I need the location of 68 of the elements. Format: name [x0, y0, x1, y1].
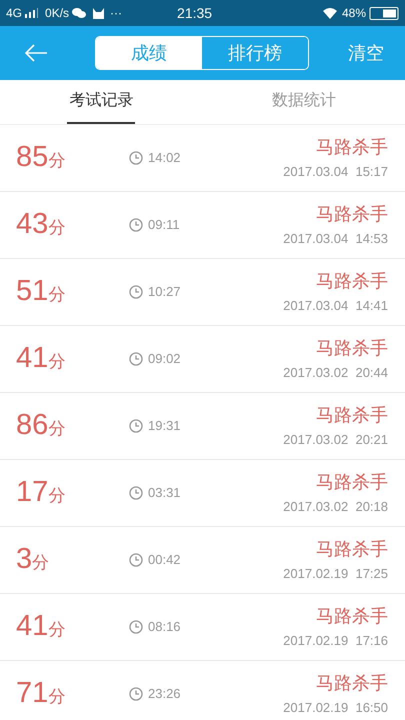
- record-row[interactable]: 71分 23:26 马路杀手 2017.02.19 16:50: [0, 661, 405, 720]
- score-text: 41分: [16, 609, 66, 644]
- clock-text: 21:35: [177, 4, 212, 22]
- signal-icon: [25, 8, 40, 18]
- name-text: 马路杀手: [316, 470, 388, 494]
- clock-icon: [129, 218, 143, 232]
- date-text: 2017.03.04 14:41: [283, 296, 388, 315]
- record-row[interactable]: 51分 10:27 马路杀手 2017.03.04 14:41: [0, 259, 405, 326]
- record-row[interactable]: 41分 08:16 马路杀手 2017.02.19 17:16: [0, 594, 405, 661]
- date-text: 2017.03.02 20:21: [283, 430, 388, 449]
- record-row[interactable]: 86分 19:31 马路杀手 2017.03.02 20:21: [0, 393, 405, 460]
- wifi-icon: [322, 8, 337, 18]
- record-row[interactable]: 17分 03:31 马路杀手 2017.03.02 20:18: [0, 460, 405, 527]
- more-text: ···: [110, 5, 122, 22]
- clock-icon: [129, 419, 143, 433]
- battery-text: 48%: [342, 5, 366, 22]
- record-row[interactable]: 41分 09:02 马路杀手 2017.03.02 20:44: [0, 326, 405, 393]
- name-text: 马路杀手: [316, 336, 388, 360]
- duration-text: 09:02: [148, 350, 181, 368]
- duration-text: 00:42: [148, 551, 181, 570]
- score-text: 17分: [16, 475, 66, 510]
- duration-text: 14:02: [148, 149, 181, 168]
- score-text: 43分: [16, 207, 66, 242]
- clock-icon: [129, 486, 143, 500]
- clock-icon: [129, 620, 143, 634]
- clock-icon: [129, 687, 143, 701]
- record-row[interactable]: 85分 14:02 马路杀手 2017.03.04 15:17: [0, 125, 405, 192]
- duration-text: 23:26: [148, 685, 181, 704]
- tab[interactable]: 数据统计: [270, 80, 338, 124]
- duration-text: 19:31: [148, 417, 181, 436]
- segment-tab[interactable]: 成绩: [96, 37, 202, 69]
- date-text: 2017.03.04 14:53: [283, 230, 388, 248]
- clock-icon: [129, 151, 143, 165]
- date-text: 2017.02.19 17:16: [283, 632, 388, 650]
- duration-text: 03:31: [148, 484, 181, 502]
- battery-icon: [369, 6, 399, 20]
- score-text: 51分: [16, 274, 66, 310]
- clock-icon: [129, 352, 143, 366]
- clock-icon: [129, 553, 143, 567]
- record-row[interactable]: 3分 00:42 马路杀手 2017.02.19 17:25: [0, 527, 405, 594]
- name-text: 马路杀手: [316, 270, 388, 293]
- name-text: 马路杀手: [316, 404, 388, 427]
- duration-text: 08:16: [148, 618, 181, 636]
- chat-icon: [72, 7, 86, 19]
- clear-button[interactable]: 清空: [348, 40, 384, 66]
- clock-icon: [129, 285, 143, 299]
- score-text: 71分: [16, 676, 66, 712]
- name-text: 马路杀手: [316, 538, 388, 561]
- name-text: 马路杀手: [316, 672, 388, 695]
- tab[interactable]: 考试记录: [67, 80, 136, 124]
- date-text: 2017.02.19 17:25: [283, 564, 388, 583]
- name-text: 马路杀手: [316, 604, 388, 628]
- back-icon[interactable]: [24, 44, 48, 62]
- speed-text: 0K/s: [45, 5, 70, 22]
- record-row[interactable]: 43分 09:11 马路杀手 2017.03.04 14:53: [0, 192, 405, 259]
- score-text: 86分: [16, 408, 66, 444]
- date-text: 2017.03.04 15:17: [283, 162, 388, 181]
- duration-text: 09:11: [148, 216, 180, 234]
- name-text: 马路杀手: [316, 136, 388, 159]
- name-text: 马路杀手: [316, 202, 388, 226]
- score-text: 3分: [16, 542, 50, 578]
- score-text: 85分: [16, 140, 66, 176]
- date-text: 2017.03.02 20:44: [283, 364, 388, 382]
- date-text: 2017.02.19 16:50: [283, 698, 388, 717]
- score-text: 41分: [16, 341, 66, 376]
- network-text: 4G: [6, 5, 22, 22]
- date-text: 2017.03.02 20:18: [283, 498, 388, 516]
- duration-text: 10:27: [148, 283, 181, 302]
